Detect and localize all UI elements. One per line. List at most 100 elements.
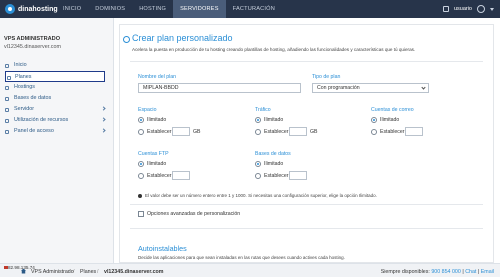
main-panel: Crear plan personalizado Acelera la pues… bbox=[119, 24, 494, 263]
home-icon bbox=[5, 63, 9, 68]
ftp-set-text: Establecer bbox=[147, 173, 172, 179]
traffic-unit: GB bbox=[310, 129, 318, 135]
info-icon bbox=[138, 194, 142, 198]
mail-unlimited-radio[interactable] bbox=[371, 117, 377, 123]
plan-name-label: Nombre del plan bbox=[138, 74, 177, 80]
space-label: Espacio bbox=[138, 107, 157, 113]
chevron-down-icon bbox=[421, 85, 426, 90]
sidebar-subtitle: vl12345.dinaserver.com bbox=[4, 44, 61, 50]
user-avatar-icon[interactable] bbox=[477, 5, 485, 13]
db-unlimited-text: Ilimitado bbox=[264, 161, 284, 167]
plan-name-input[interactable]: MIPLAN-BBDD bbox=[138, 83, 301, 93]
mail-value-input[interactable] bbox=[405, 127, 423, 136]
sidebar-item-hostings[interactable]: Hostings bbox=[0, 82, 113, 93]
db-label: Bases de datos bbox=[255, 151, 291, 157]
chevron-right-icon bbox=[101, 117, 106, 122]
sidebar-item-label: Inicio bbox=[14, 62, 27, 68]
divider bbox=[130, 204, 483, 205]
page-title: Crear plan personalizado bbox=[132, 33, 233, 43]
plans-icon bbox=[7, 75, 11, 80]
ftp-unlimited-radio[interactable] bbox=[138, 161, 144, 167]
sidebar-item-bases-de-datos[interactable]: Bases de datos bbox=[0, 93, 113, 104]
ftp-value-input[interactable] bbox=[172, 171, 190, 180]
sidebar-item-label: Bases de datos bbox=[14, 95, 52, 101]
breadcrumb-server[interactable]: vl12345.dinaserver.com bbox=[104, 269, 163, 275]
access-icon bbox=[5, 129, 9, 134]
sidebar-item-label: Hostings bbox=[14, 84, 35, 90]
db-unlimited-radio[interactable] bbox=[255, 161, 261, 167]
server-icon bbox=[5, 107, 9, 112]
sidebar-item-planes[interactable]: Planes bbox=[5, 71, 105, 82]
space-value-input[interactable] bbox=[172, 127, 190, 136]
support-phone[interactable]: 900 854 000 bbox=[431, 269, 460, 275]
nav-servidores[interactable]: SERVIDORES bbox=[173, 0, 226, 18]
separator: | bbox=[477, 268, 480, 275]
nav-dominios[interactable]: DOMINIOS bbox=[88, 0, 132, 18]
hosting-icon bbox=[5, 85, 9, 90]
support-prefix: Siempre disponibles: bbox=[380, 268, 430, 275]
separator: | bbox=[462, 268, 464, 275]
advanced-options-checkbox[interactable] bbox=[138, 211, 144, 217]
gear-icon bbox=[123, 36, 130, 43]
breadcrumb-planes[interactable]: Planes bbox=[80, 269, 96, 275]
traffic-set-radio[interactable] bbox=[255, 129, 261, 135]
ftp-unlimited-text: Ilimitado bbox=[147, 161, 167, 167]
traffic-unlimited-text: Ilimitado bbox=[264, 117, 284, 123]
sidebar-item-label: Servidor bbox=[14, 106, 35, 112]
user-area: usuario bbox=[442, 0, 494, 18]
validation-note: El valor debe ser un número entero entre… bbox=[145, 193, 377, 198]
support-email-link[interactable]: Email bbox=[481, 269, 494, 275]
sidebar-item-label: Planes bbox=[15, 74, 32, 80]
mail-label: Cuentas de correo bbox=[371, 107, 414, 113]
database-icon bbox=[5, 96, 9, 101]
db-set-text: Establecer bbox=[264, 173, 289, 179]
breadcrumb-vps[interactable]: VPS Administrado bbox=[31, 269, 74, 275]
breadcrumb-separator: / bbox=[73, 268, 75, 275]
autoinstall-title: Autoinstalables bbox=[138, 244, 187, 253]
ftp-set-radio[interactable] bbox=[138, 173, 144, 179]
chevron-right-icon bbox=[101, 128, 106, 133]
traffic-unlimited-radio[interactable] bbox=[255, 117, 261, 123]
nav-hosting[interactable]: HOSTING bbox=[132, 0, 173, 18]
space-unlimited-radio[interactable] bbox=[138, 117, 144, 123]
sidebar-item-panel-acceso[interactable]: Panel de acceso bbox=[0, 126, 113, 137]
support-info: Siempre disponibles: 900 854 000 | Chat … bbox=[381, 269, 494, 275]
brand-name: dinahosting bbox=[18, 5, 58, 13]
user-name[interactable]: usuario bbox=[454, 6, 472, 12]
plan-type-select[interactable]: Con programación bbox=[312, 83, 429, 93]
db-set-radio[interactable] bbox=[255, 173, 261, 179]
mail-set-text: Establecer bbox=[380, 129, 405, 135]
traffic-value-input[interactable] bbox=[289, 127, 307, 136]
ftp-label: Cuentas FTP bbox=[138, 151, 169, 157]
advanced-options-label[interactable]: Opciones avanzadas de personalización bbox=[147, 211, 240, 217]
space-set-radio[interactable] bbox=[138, 129, 144, 135]
traffic-set-text: Establecer bbox=[264, 129, 289, 135]
traffic-label: Tráfico bbox=[255, 107, 271, 113]
nav-facturacion[interactable]: FACTURACIÓN bbox=[226, 0, 282, 18]
space-set-text: Establecer bbox=[147, 129, 172, 135]
support-chat-link[interactable]: Chat bbox=[465, 269, 476, 275]
chevron-down-icon[interactable] bbox=[490, 7, 494, 11]
sidebar-item-inicio[interactable]: Inicio bbox=[0, 60, 113, 71]
brand-logo[interactable]: dinahosting bbox=[5, 3, 58, 15]
divider bbox=[130, 228, 483, 229]
sidebar-item-servidor[interactable]: Servidor bbox=[0, 104, 113, 115]
sidebar-menu: Inicio Planes Hostings Bases de datos Se… bbox=[0, 60, 113, 137]
notifications-icon[interactable] bbox=[442, 6, 449, 12]
mail-set-radio[interactable] bbox=[371, 129, 377, 135]
autoinstall-description: Decide las aplicaciones para que sean in… bbox=[138, 255, 345, 260]
sidebar-item-utilizacion[interactable]: Utilización de recursos bbox=[0, 115, 113, 126]
nav-inicio[interactable]: INICIO bbox=[56, 0, 88, 18]
logo-icon bbox=[5, 4, 15, 14]
space-unit: GB bbox=[193, 129, 201, 135]
page-description: Acelera la puesta en producción de tu ho… bbox=[132, 47, 416, 52]
chart-icon bbox=[5, 118, 9, 123]
divider bbox=[130, 61, 483, 62]
plan-type-label: Tipo de plan bbox=[312, 74, 341, 80]
plan-type-value: Con programación bbox=[317, 85, 360, 91]
sidebar-item-label: Utilización de recursos bbox=[14, 117, 69, 123]
sidebar-title: VPS ADMINISTRADO bbox=[4, 36, 61, 42]
mail-unlimited-text: Ilimitado bbox=[380, 117, 400, 123]
chevron-right-icon bbox=[101, 106, 106, 111]
db-value-input[interactable] bbox=[289, 171, 307, 180]
